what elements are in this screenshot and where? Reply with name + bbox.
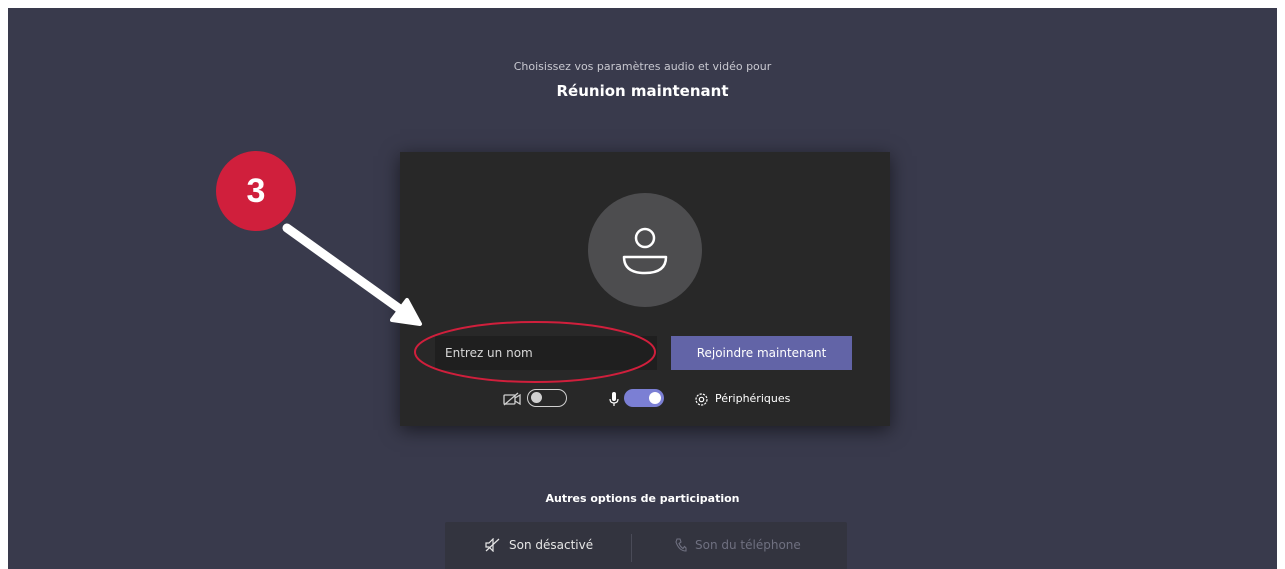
speaker-off-icon [485, 538, 500, 552]
microphone-icon [609, 392, 619, 406]
devices-button[interactable]: Périphériques [715, 392, 790, 405]
teams-prejoin-screen: Choisissez vos paramètres audio et vidéo… [8, 8, 1277, 569]
media-controls: Périphériques [400, 388, 890, 412]
phone-audio-label: Son du téléphone [695, 538, 801, 552]
other-options-panel: Son désactivé Son du téléphone [445, 522, 847, 569]
phone-icon [675, 538, 687, 552]
audio-off-option[interactable]: Son désactivé [485, 538, 593, 552]
meeting-title: Réunion maintenant [556, 82, 729, 100]
join-now-button[interactable]: Rejoindre maintenant [671, 336, 852, 370]
avatar [588, 193, 702, 307]
phone-audio-option[interactable]: Son du téléphone [675, 538, 801, 552]
video-preview-panel: Rejoindre maintenant Périp [400, 152, 890, 426]
audio-off-label: Son désactivé [509, 538, 594, 552]
person-icon [622, 227, 668, 275]
toggle-knob [649, 392, 661, 404]
gear-icon[interactable] [694, 392, 709, 407]
name-input[interactable] [435, 336, 657, 370]
camera-off-icon [503, 392, 521, 406]
step-number-badge: 3 [216, 151, 296, 231]
toggle-knob [531, 392, 542, 403]
divider [631, 534, 632, 562]
intro-text: Choisissez vos paramètres audio et vidéo… [513, 60, 772, 73]
microphone-toggle[interactable] [624, 389, 664, 407]
camera-toggle[interactable] [527, 389, 567, 407]
other-options-title: Autres options de participation [545, 492, 740, 505]
